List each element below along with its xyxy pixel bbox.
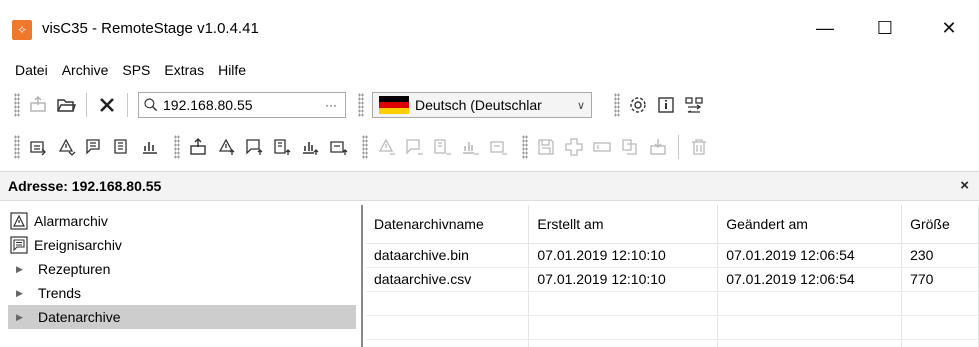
address-input[interactable] xyxy=(163,97,321,113)
trend-upload-icon[interactable] xyxy=(298,135,322,159)
toolbar-grip[interactable] xyxy=(522,135,528,159)
toolbar-grip[interactable] xyxy=(14,93,20,117)
event-download-icon[interactable] xyxy=(82,135,106,159)
menu-extras[interactable]: Extras xyxy=(157,62,211,78)
close-tab-icon[interactable]: × xyxy=(960,177,969,194)
trend-export-icon[interactable] xyxy=(458,135,482,159)
toolbar-separator xyxy=(86,93,87,117)
table-header: Datenarchivname Erstellt am Geändert am … xyxy=(366,205,979,244)
toolbar-separator xyxy=(678,135,679,159)
menu-sps[interactable]: SPS xyxy=(115,62,157,78)
upload-station-icon[interactable] xyxy=(186,135,210,159)
table-row-empty xyxy=(366,339,979,347)
settings-gear-icon[interactable] xyxy=(626,93,650,117)
alarm-export-icon[interactable] xyxy=(374,135,398,159)
event-icon xyxy=(10,236,28,254)
tree-item-trends[interactable]: ▶ Trends xyxy=(8,281,356,305)
menu-archive[interactable]: Archive xyxy=(55,62,116,78)
archive-upload-icon[interactable] xyxy=(326,135,350,159)
event-upload-icon[interactable] xyxy=(242,135,266,159)
toolbar-grip[interactable] xyxy=(174,135,180,159)
browse-button[interactable]: ··· xyxy=(321,98,341,112)
toolbar-grip[interactable] xyxy=(14,135,20,159)
cell-size: 770 xyxy=(901,267,979,292)
archive-tree: Alarmarchiv Ereignisarchiv ▶ Rezepturen … xyxy=(8,205,363,347)
expand-arrow-icon[interactable]: ▶ xyxy=(16,264,26,275)
delete-x-icon[interactable] xyxy=(95,93,119,117)
cell-name: dataarchive.bin xyxy=(366,243,530,268)
chevron-down-icon: ∨ xyxy=(576,99,585,112)
tree-item-ereignisarchiv[interactable]: Ereignisarchiv xyxy=(8,233,356,257)
menu-hilfe[interactable]: Hilfe xyxy=(211,62,253,78)
menu-bar: Datei Archive SPS Extras Hilfe xyxy=(0,57,979,83)
cell-name: dataarchive.csv xyxy=(366,267,530,292)
archive-list: Datenarchivname Erstellt am Geändert am … xyxy=(366,205,979,347)
toolbar-archive xyxy=(0,128,979,166)
alarm-download-icon[interactable] xyxy=(54,135,78,159)
station-transfer-icon[interactable] xyxy=(646,135,670,159)
address-label: Adresse: 192.168.80.55 xyxy=(8,178,162,194)
app-icon: ✧ xyxy=(12,20,32,40)
address-search-field[interactable]: ··· xyxy=(138,92,346,118)
language-select[interactable]: Deutsch (Deutschlar ∨ xyxy=(372,92,592,118)
german-flag-icon xyxy=(379,96,409,114)
tree-item-label: Alarmarchiv xyxy=(34,213,108,229)
alarm-icon xyxy=(10,212,28,230)
add-icon[interactable] xyxy=(562,135,586,159)
maximize-button[interactable]: ☐ xyxy=(862,8,908,48)
menu-datei[interactable]: Datei xyxy=(8,62,55,78)
tree-item-label: Trends xyxy=(38,285,82,301)
column-header-name[interactable]: Datenarchivname xyxy=(366,205,530,244)
info-icon[interactable] xyxy=(654,93,678,117)
window-title: visC35 - RemoteStage v1.0.4.41 xyxy=(42,20,259,37)
toolbar-grip[interactable] xyxy=(614,93,620,117)
toolbar-separator xyxy=(127,93,128,117)
trash-icon[interactable] xyxy=(687,135,711,159)
table-row[interactable]: dataarchive.csv 07.01.2019 12:10:10 07.0… xyxy=(366,267,979,292)
trend-download-icon[interactable] xyxy=(138,135,162,159)
toolbar-grip[interactable] xyxy=(358,93,364,117)
tree-item-label: Rezepturen xyxy=(38,261,111,277)
tree-item-alarmarchiv[interactable]: Alarmarchiv xyxy=(8,209,356,233)
search-icon xyxy=(143,97,163,113)
recipe-download-icon[interactable] xyxy=(110,135,134,159)
column-header-size[interactable]: Größe xyxy=(901,205,979,244)
archive-export-icon[interactable] xyxy=(486,135,510,159)
column-header-created[interactable]: Erstellt am xyxy=(528,205,719,244)
tree-item-label: Ereignisarchiv xyxy=(34,237,122,253)
title-bar: ✧ visC35 - RemoteStage v1.0.4.41 — ☐ ✕ xyxy=(0,0,979,56)
recipe-export-icon[interactable] xyxy=(430,135,454,159)
recipe-upload-icon[interactable] xyxy=(270,135,294,159)
archive-download-icon[interactable] xyxy=(26,135,50,159)
copy-icon[interactable] xyxy=(618,135,642,159)
alarm-upload-icon[interactable] xyxy=(214,135,238,159)
archive-table: Datenarchivname Erstellt am Geändert am … xyxy=(366,205,979,347)
cell-created: 07.01.2019 12:10:10 xyxy=(528,267,719,292)
cell-created: 07.01.2019 12:10:10 xyxy=(528,243,719,268)
network-transfer-icon[interactable] xyxy=(682,93,706,117)
minimize-button[interactable]: — xyxy=(802,8,848,48)
language-value: Deutsch (Deutschlar xyxy=(415,97,542,113)
tree-item-datenarchive[interactable]: ▶ Datenarchive xyxy=(8,305,356,329)
event-export-icon[interactable] xyxy=(402,135,426,159)
expand-arrow-icon[interactable]: ▶ xyxy=(16,288,26,299)
toolbar-main: ··· Deutsch (Deutschlar ∨ xyxy=(0,86,979,124)
table-row-empty xyxy=(366,291,979,316)
cell-modified: 07.01.2019 12:06:54 xyxy=(717,267,903,292)
expand-arrow-icon[interactable]: ▶ xyxy=(16,312,26,323)
toolbar-grip[interactable] xyxy=(362,135,368,159)
tree-item-label: Datenarchive xyxy=(38,309,121,325)
close-button[interactable]: ✕ xyxy=(926,8,972,48)
table-row[interactable]: dataarchive.bin 07.01.2019 12:10:10 07.0… xyxy=(366,243,979,268)
cell-modified: 07.01.2019 12:06:54 xyxy=(717,243,903,268)
open-folder-icon[interactable] xyxy=(54,93,78,117)
cell-size: 230 xyxy=(901,243,979,268)
rename-icon[interactable] xyxy=(590,135,614,159)
table-row-empty xyxy=(366,315,979,340)
save-icon[interactable] xyxy=(534,135,558,159)
tree-item-rezepturen[interactable]: ▶ Rezepturen xyxy=(8,257,356,281)
address-header: Adresse: 192.168.80.55 × xyxy=(0,171,979,201)
column-header-modified[interactable]: Geändert am xyxy=(717,205,903,244)
connect-icon[interactable] xyxy=(26,93,50,117)
